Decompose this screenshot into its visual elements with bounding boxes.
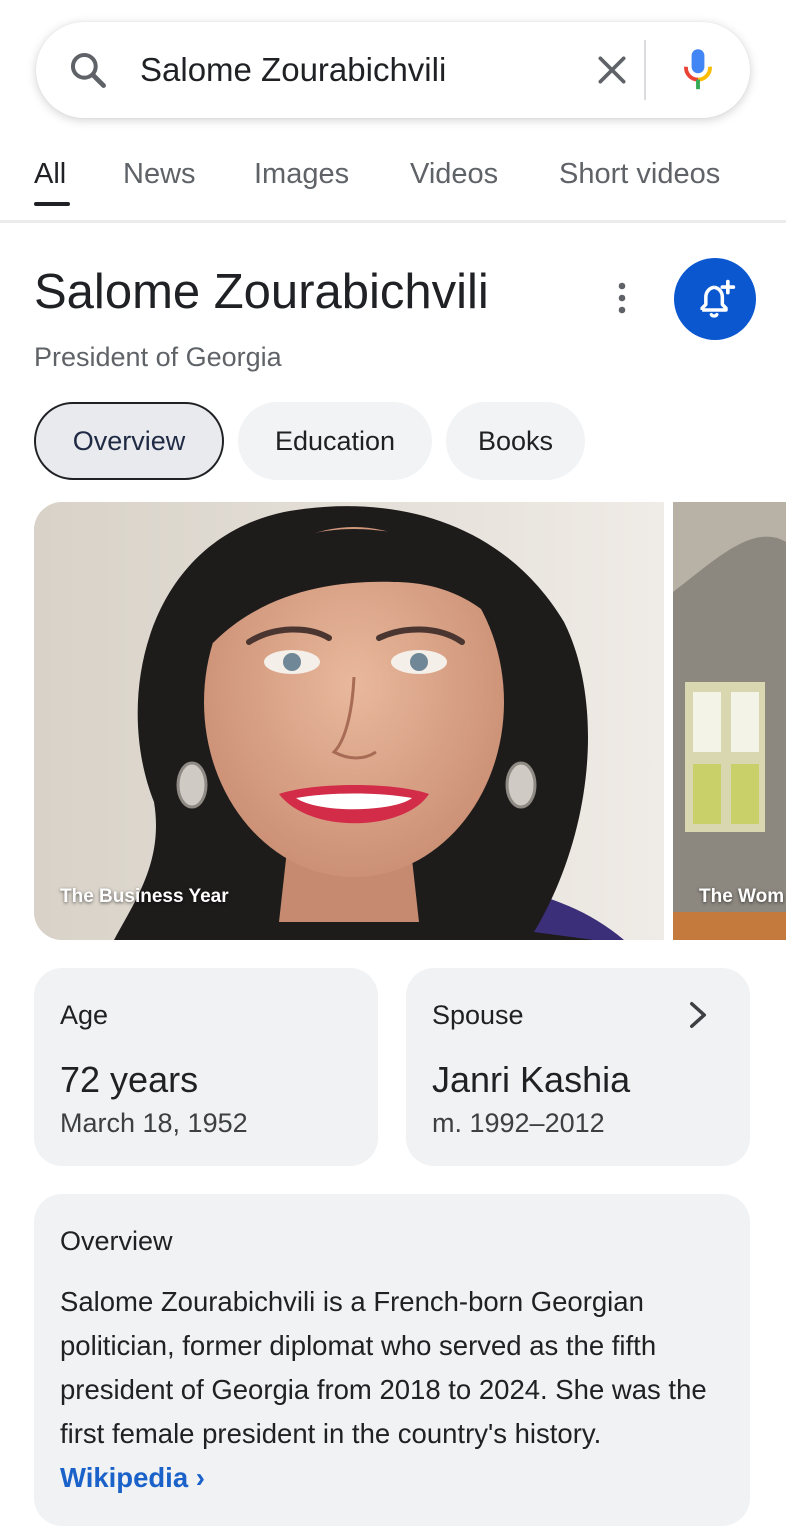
chip-education[interactable]: Education — [238, 402, 432, 480]
overview-description: Salome Zourabichvili is a French-born Ge… — [60, 1286, 707, 1449]
portrait-image[interactable]: The Business Year — [34, 502, 664, 940]
room-illustration — [673, 502, 786, 940]
search-tabs: All News Images Videos Short videos — [0, 150, 786, 210]
close-icon[interactable] — [592, 50, 632, 90]
search-divider — [644, 40, 646, 100]
birth-date: March 18, 1952 — [60, 1108, 248, 1138]
age-value: 72 years — [60, 1059, 199, 1100]
entity-subtitle: President of Georgia — [34, 342, 282, 372]
overview-heading: Overview — [60, 1226, 173, 1256]
overview-text: Salome Zourabichvili is a French-born Ge… — [60, 1280, 732, 1500]
more-vert-icon[interactable] — [606, 278, 638, 318]
image-credit: The Business Year — [60, 886, 229, 907]
tab-all[interactable]: All — [34, 156, 66, 192]
portrait-illustration — [34, 502, 664, 940]
search-bar[interactable]: Salome Zourabichvili — [36, 22, 750, 118]
tab-news[interactable]: News — [123, 156, 196, 192]
spouse-name: Janri Kashia — [432, 1059, 631, 1100]
mic-icon[interactable] — [678, 46, 718, 94]
age-label: Age — [60, 1000, 109, 1030]
tab-short-videos[interactable]: Short videos — [559, 156, 720, 192]
chevron-right-icon[interactable] — [686, 1000, 710, 1030]
bell-plus-icon — [700, 279, 736, 318]
age-card[interactable]: Age 72 years March 18, 1952 — [34, 968, 378, 1166]
follow-button[interactable] — [674, 258, 756, 340]
active-tab-indicator — [34, 202, 70, 206]
search-icon[interactable] — [66, 48, 110, 92]
spouse-label: Spouse — [432, 1000, 524, 1030]
spouse-card[interactable]: Spouse Janri Kashia m. 1992–2012 — [406, 968, 750, 1166]
tab-videos[interactable]: Videos — [410, 156, 498, 192]
overview-card: Overview Salome Zourabichvili is a Frenc… — [34, 1194, 750, 1526]
chip-overview[interactable]: Overview — [34, 402, 224, 480]
tab-images[interactable]: Images — [254, 156, 349, 192]
page-title: Salome Zourabichvili — [34, 265, 489, 319]
next-image[interactable]: The Wom — [673, 502, 786, 940]
chip-books[interactable]: Books — [446, 402, 585, 480]
marriage-dates: m. 1992–2012 — [432, 1108, 605, 1138]
search-input[interactable]: Salome Zourabichvili — [140, 50, 446, 90]
image-credit: The Wom — [699, 886, 785, 907]
tabs-divider — [0, 220, 786, 223]
wikipedia-link[interactable]: Wikipedia › — [60, 1462, 205, 1493]
